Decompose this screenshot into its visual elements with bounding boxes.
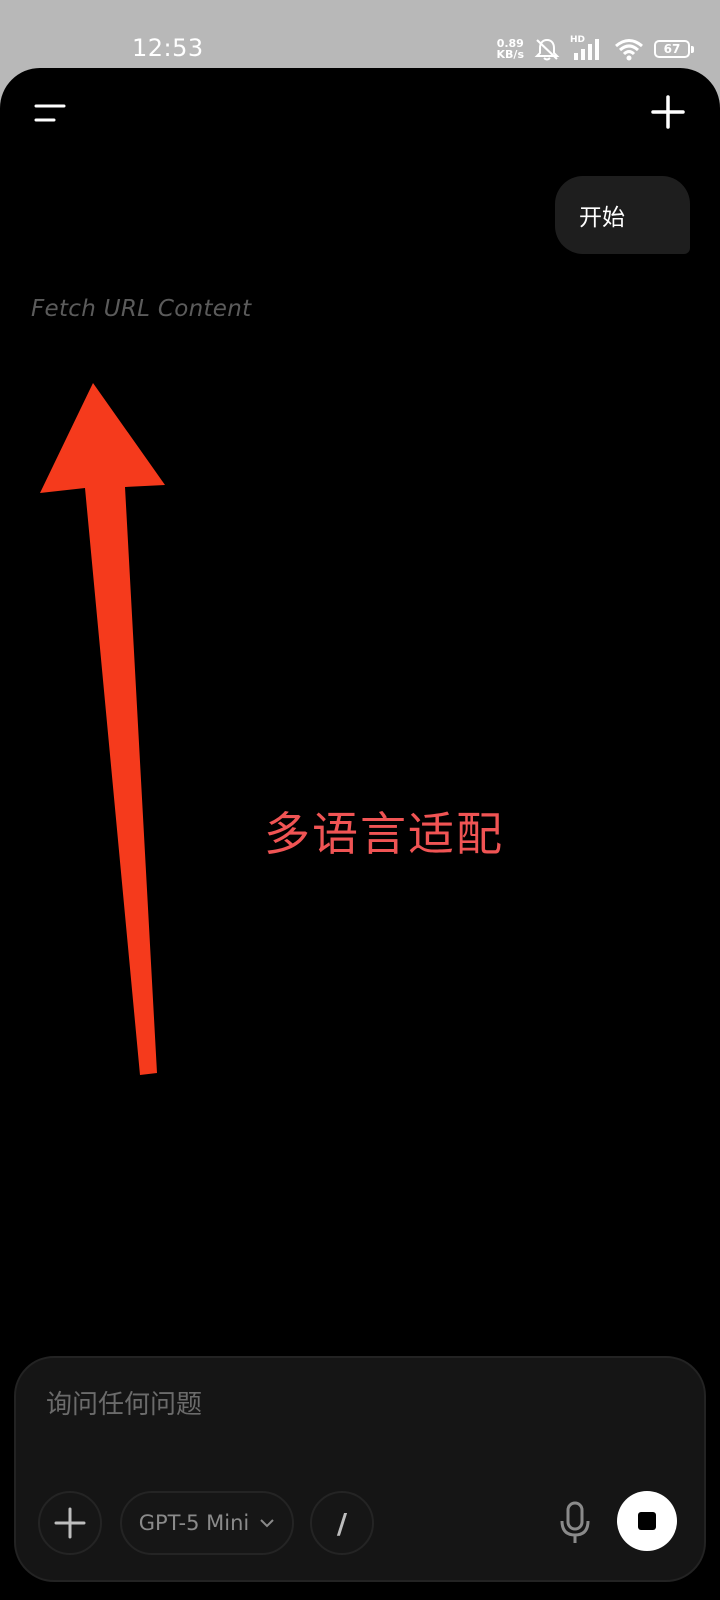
slash-command-button[interactable]: / — [310, 1491, 374, 1555]
wifi-icon — [615, 39, 643, 61]
menu-button[interactable] — [34, 102, 68, 130]
annotation-text: 多语言适配 — [264, 807, 504, 861]
chevron-down-icon — [260, 1519, 274, 1528]
microphone-icon — [560, 1501, 590, 1543]
user-message-text: 开始 — [579, 205, 625, 231]
message-input[interactable] — [44, 1384, 668, 1426]
slash-label: / — [336, 1506, 348, 1540]
plus-icon — [54, 1507, 86, 1539]
model-selector[interactable]: GPT-5 Mini — [120, 1491, 294, 1555]
voice-input-button[interactable] — [552, 1495, 598, 1551]
battery-level: 67 — [663, 42, 681, 56]
bell-muted-icon — [534, 38, 560, 61]
menu-icon — [34, 104, 66, 122]
model-label: GPT-5 Mini — [138, 1511, 250, 1535]
stop-icon — [638, 1512, 656, 1530]
annotation-arrow-shape — [40, 383, 165, 1075]
network-speed-unit: KB/s — [496, 48, 524, 61]
new-chat-button[interactable] — [650, 94, 686, 130]
attach-button[interactable] — [38, 1491, 102, 1555]
composer: GPT-5 Mini / — [14, 1356, 706, 1582]
chat-screen: 开始 Fetch URL Content 多语言适配 GPT-5 Mini / — [0, 68, 720, 1600]
network-speed: 0.89 KB/s — [497, 38, 524, 60]
plus-icon — [651, 95, 685, 129]
stop-button[interactable] — [617, 1491, 677, 1551]
cellular-signal: HD — [570, 35, 604, 61]
signal-icon — [574, 39, 599, 60]
user-message-bubble: 开始 — [555, 176, 690, 254]
status-bar: 12:53 0.89 KB/s HD 67 — [0, 0, 720, 68]
status-icons: 0.89 KB/s HD 67 — [497, 35, 694, 62]
status-time: 12:53 — [132, 34, 204, 62]
tool-status-text: Fetch URL Content — [31, 296, 252, 322]
battery-indicator: 67 — [654, 40, 694, 58]
